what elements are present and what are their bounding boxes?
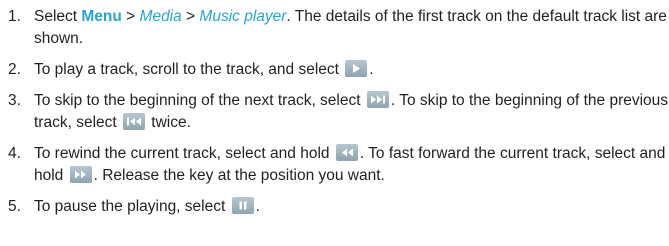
step-text: . xyxy=(255,198,260,215)
step-text: Select xyxy=(34,8,82,25)
step-text: To play a track, scroll to the track, an… xyxy=(34,61,344,78)
play-icon xyxy=(345,60,368,77)
previous-track-icon xyxy=(123,113,145,130)
rewind-icon xyxy=(335,144,358,161)
instruction-list: 1. Select Menu > Media > Music player. T… xyxy=(0,0,669,218)
music-player-label: Music player xyxy=(199,8,287,25)
step-number: 5. xyxy=(8,198,21,215)
media-label: Media xyxy=(139,8,182,25)
step-number: 4. xyxy=(8,145,21,162)
step-number: 1. xyxy=(8,8,21,25)
step-number: 3. xyxy=(8,92,21,109)
step-5: 5. To pause the playing, select . xyxy=(8,196,669,218)
step-3: 3. To skip to the beginning of the next … xyxy=(8,90,669,134)
menu-label: Menu xyxy=(81,8,122,25)
pause-icon xyxy=(231,197,254,214)
step-text: . Release the key at the position you wa… xyxy=(93,167,385,184)
path-separator: > xyxy=(121,8,140,25)
step-1: 1. Select Menu > Media > Music player. T… xyxy=(8,6,669,50)
step-text: twice. xyxy=(147,114,191,131)
step-text: . xyxy=(369,61,374,78)
step-text: To rewind the current track, select and … xyxy=(34,145,334,162)
step-number: 2. xyxy=(8,61,21,78)
step-2: 2. To play a track, scroll to the track,… xyxy=(8,59,669,81)
next-track-icon xyxy=(366,91,389,108)
path-separator: > xyxy=(181,8,200,25)
step-4: 4. To rewind the current track, select a… xyxy=(8,143,669,187)
fast-forward-icon xyxy=(69,166,92,183)
step-text: To skip to the beginning of the next tra… xyxy=(34,92,365,109)
step-text: To pause the playing, select xyxy=(34,198,230,215)
